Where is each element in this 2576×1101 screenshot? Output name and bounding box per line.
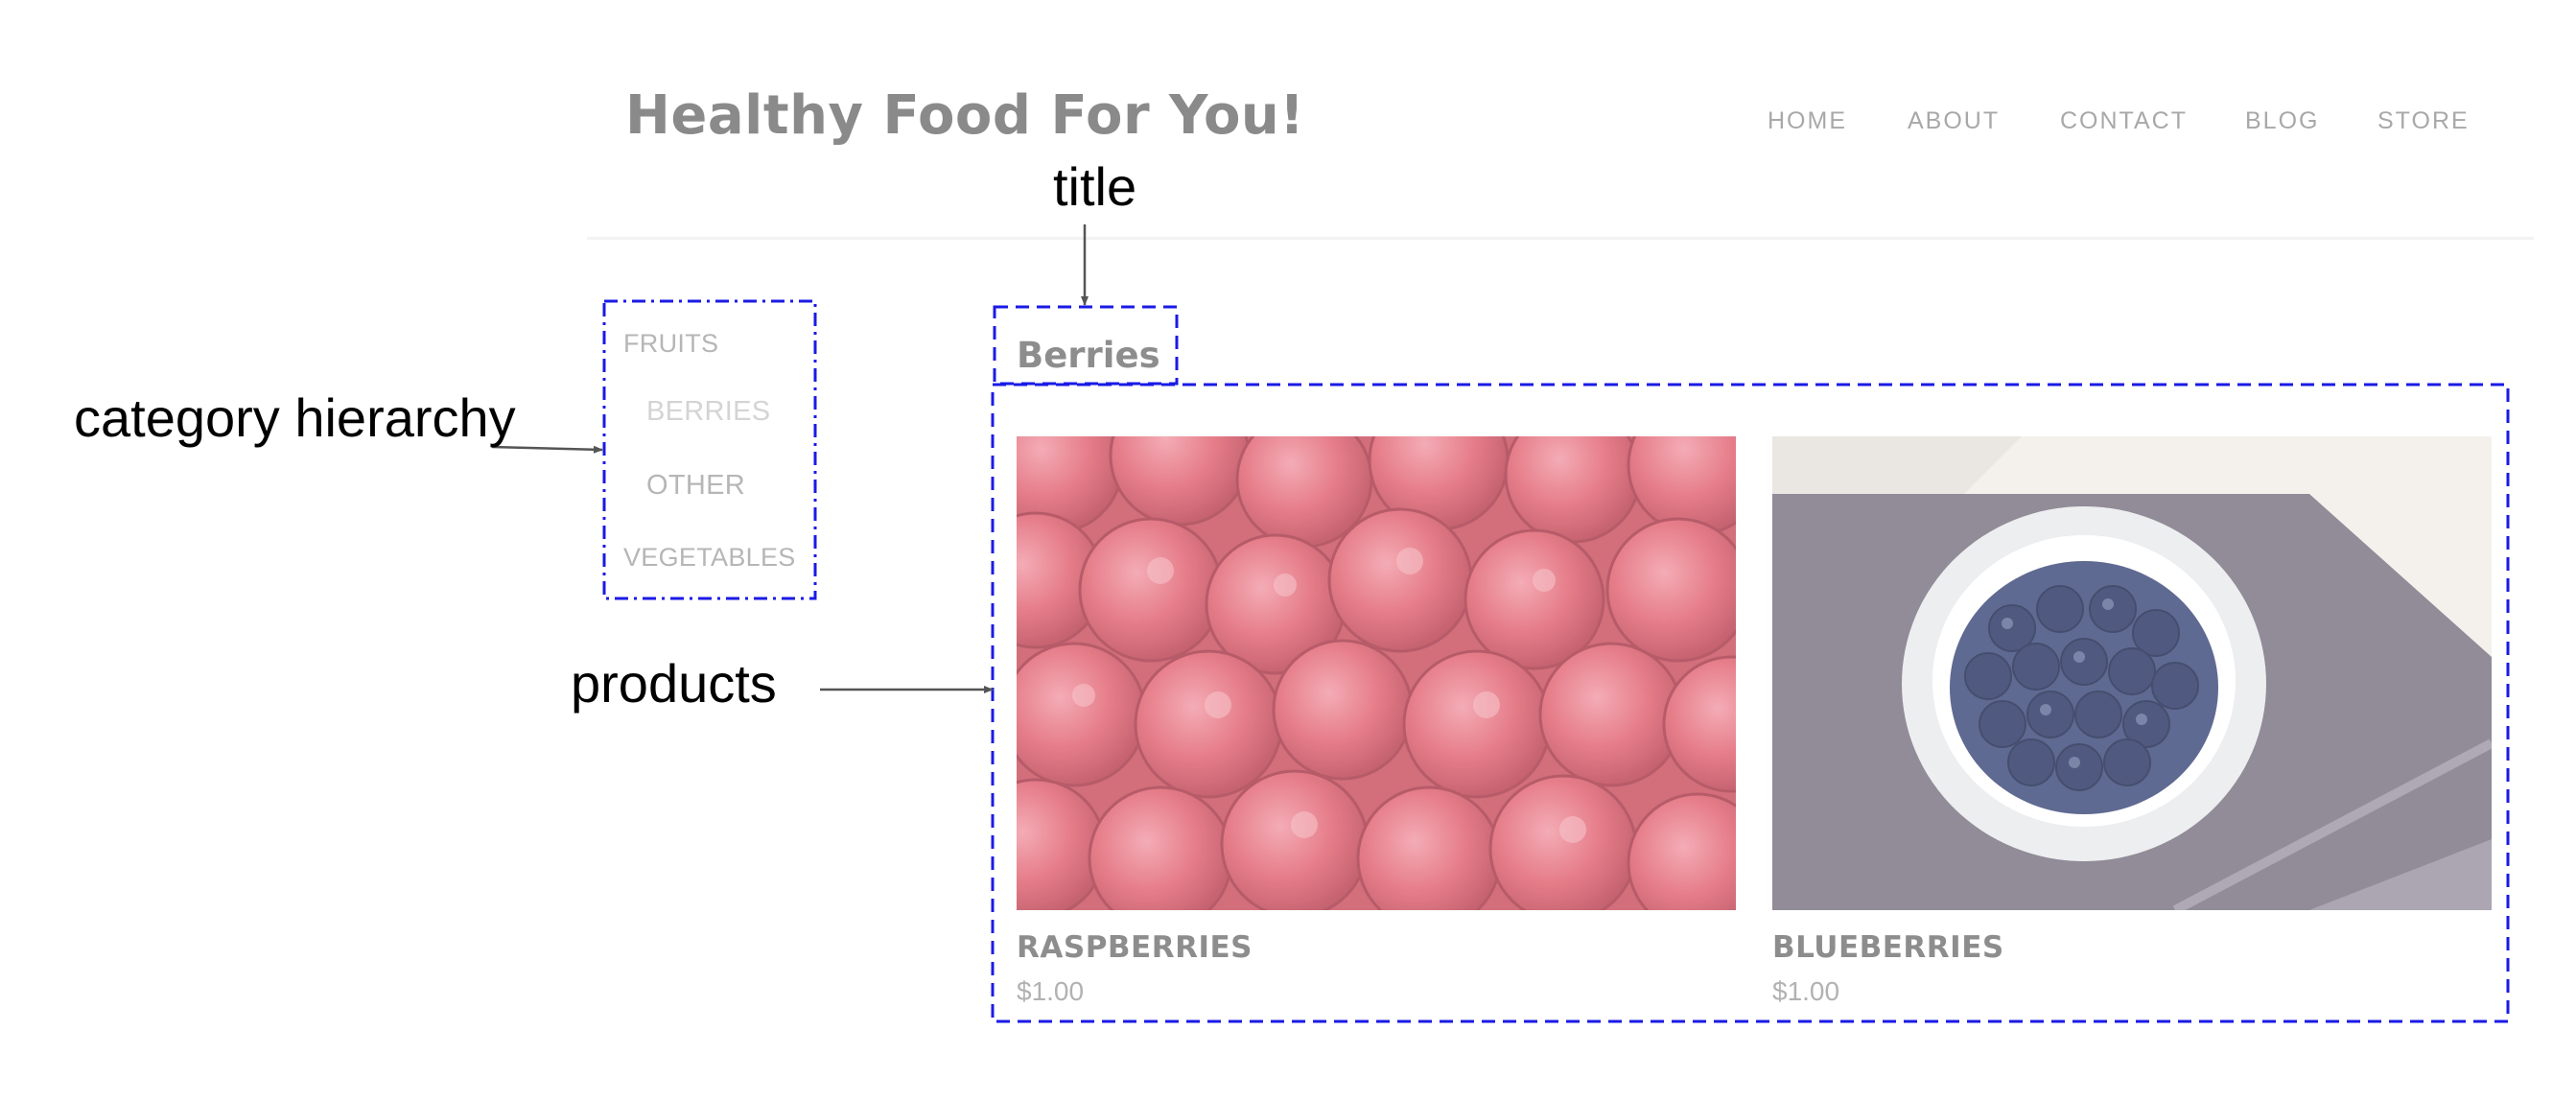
annotation-overlay — [491, 224, 2510, 1023]
title-box — [993, 305, 1179, 386]
category-hierarchy-box — [602, 299, 817, 600]
products-box — [991, 383, 2510, 1023]
category-hierarchy-annotation-label: category hierarchy — [74, 387, 516, 448]
title-annotation-label: title — [1053, 156, 1137, 217]
products-annotation-label: products — [571, 653, 777, 714]
